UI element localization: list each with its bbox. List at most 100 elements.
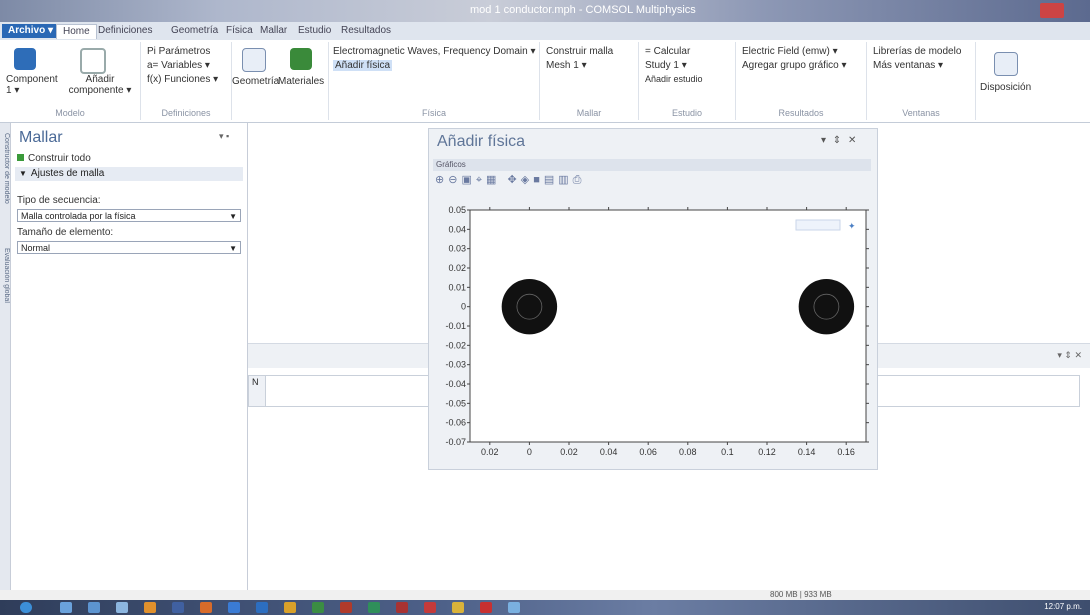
- ribbon-group-mesh: Construir malla Mesh 1 ▾ Mallar: [540, 42, 639, 120]
- taskbar-app-icon[interactable]: [200, 602, 212, 613]
- taskbar-app-icon[interactable]: [116, 602, 128, 613]
- graphics-plot[interactable]: 0.05 0.04 0.03 0.02 0.01 0 -0.01 -0.02 -0.03 -0.0…: [429, 129, 877, 469]
- x-tick-label: 0.02: [560, 447, 578, 457]
- x-tick-label: 0.04: [600, 447, 618, 457]
- conductor-point: [798, 278, 855, 335]
- chevron-down-icon: ▼: [229, 244, 237, 253]
- element-size-label: Tamaño de elemento:: [17, 227, 114, 238]
- panel-controls[interactable]: ▾ ▪: [219, 131, 229, 142]
- section-label: Ajustes de malla: [30, 168, 105, 179]
- lower-panel-controls[interactable]: ▾ ⇕ ✕: [1057, 350, 1082, 361]
- functions-button[interactable]: f(x) Funciones ▾: [147, 74, 218, 85]
- start-icon[interactable]: [20, 602, 32, 613]
- y-tick-label: 0.05: [448, 205, 466, 215]
- tab-home[interactable]: Home: [56, 24, 97, 39]
- geometry-button[interactable]: Geometría: [232, 76, 279, 87]
- ribbon: Component 1 ▾ Añadir componente ▾ Modelo…: [0, 40, 1090, 123]
- tab-mesh[interactable]: Mallar: [254, 24, 293, 38]
- component-button[interactable]: Component 1 ▾: [6, 74, 58, 96]
- group-label-study: Estudio: [671, 108, 703, 118]
- side-tab-strip: Constructor de modelo Evaluación global: [0, 123, 11, 590]
- x-tick-label: 0.06: [639, 447, 657, 457]
- side-tab-global-eval[interactable]: Evaluación global: [0, 248, 10, 338]
- y-tick-label: -0.05: [445, 398, 466, 408]
- ribbon-group-model: Component 1 ▾ Añadir componente ▾ Modelo: [0, 42, 141, 120]
- ribbon-group-layout: Disposición: [976, 42, 1036, 120]
- layout-button[interactable]: Disposición: [980, 82, 1031, 93]
- taskbar-app-icon[interactable]: [424, 602, 436, 613]
- ribbon-group-windows: Librerías de modelo Más ventanas ▾ Venta…: [867, 42, 976, 120]
- x-tick-label: 0.1: [721, 447, 734, 457]
- build-mesh-button[interactable]: Construir malla: [546, 46, 613, 57]
- electric-field-plot-button[interactable]: Electric Field (emw) ▾: [742, 46, 838, 57]
- build-icon: [17, 154, 24, 161]
- y-tick-label: 0.04: [448, 224, 466, 234]
- component-icon: [14, 48, 36, 70]
- ribbon-tabs: Archivo ▾ Home Definiciones Geometría Fí…: [0, 22, 1090, 41]
- sequence-type-select[interactable]: Malla controlada por la física ▼: [17, 209, 241, 222]
- taskbar-app-icon[interactable]: [88, 602, 100, 613]
- taskbar-app-icon[interactable]: [480, 602, 492, 613]
- parameters-button[interactable]: Pi Parámetros: [147, 46, 210, 57]
- taskbar-app-icon[interactable]: [452, 602, 464, 613]
- tab-geometry[interactable]: Geometría: [165, 24, 224, 38]
- side-tab-model-builder[interactable]: Constructor de modelo: [0, 133, 10, 243]
- materials-button[interactable]: Materiales: [278, 76, 324, 87]
- taskbar: 12:07 p.m.: [0, 600, 1090, 615]
- y-tick-label: -0.03: [445, 360, 466, 370]
- memory-usage: 800 MB | 933 MB: [770, 590, 832, 599]
- taskbar-app-icon[interactable]: [256, 602, 268, 613]
- settings-panel: Mallar ▾ ▪ Construir todo ▼ Ajustes de ma…: [11, 123, 248, 590]
- add-study-button[interactable]: Añadir estudio: [645, 74, 703, 84]
- x-tick-label: 0.14: [798, 447, 816, 457]
- study-button[interactable]: Study 1 ▾: [645, 60, 687, 71]
- taskbar-app-icon[interactable]: [144, 602, 156, 613]
- tab-definitions[interactable]: Definiciones: [92, 24, 158, 38]
- mesh-button[interactable]: Mesh 1 ▾: [546, 60, 587, 71]
- x-tick-label: 0.02: [481, 447, 499, 457]
- window-title: mod 1 conductor.mph - COMSOL Multiphysic…: [470, 4, 696, 16]
- element-size-select[interactable]: Normal ▼: [17, 241, 241, 254]
- more-windows-button[interactable]: Más ventanas ▾: [873, 60, 943, 71]
- taskbar-app-icon[interactable]: [228, 602, 240, 613]
- taskbar-app-icon[interactable]: [508, 602, 520, 613]
- ribbon-group-study: = Calcular Study 1 ▾ Añadir estudio Estu…: [639, 42, 736, 120]
- y-tick-label: -0.04: [445, 379, 466, 389]
- taskbar-app-icon[interactable]: [368, 602, 380, 613]
- materials-icon: [290, 48, 312, 70]
- taskbar-app-icon[interactable]: [172, 602, 184, 613]
- taskbar-app-icon[interactable]: [312, 602, 324, 613]
- x-tick-label: 0.16: [837, 447, 855, 457]
- chevron-down-icon: ▼: [229, 212, 237, 221]
- add-physics-button[interactable]: Añadir física: [333, 60, 393, 71]
- y-tick-label: -0.01: [445, 321, 466, 331]
- taskbar-app-icon[interactable]: [340, 602, 352, 613]
- y-tick-label: 0.01: [448, 282, 466, 292]
- geometry-icon: [242, 48, 266, 72]
- group-label-physics: Física: [421, 108, 446, 118]
- physics-interface-button[interactable]: Electromagnetic Waves, Frequency Domain …: [333, 46, 536, 57]
- compute-button[interactable]: = Calcular: [645, 46, 690, 57]
- add-plot-group-button[interactable]: Agregar grupo gráfico ▾: [742, 60, 847, 71]
- taskbar-app-icon[interactable]: [284, 602, 296, 613]
- axis-orientation-box: [795, 219, 841, 231]
- tab-file[interactable]: Archivo ▾: [2, 24, 60, 38]
- taskbar-app-icon[interactable]: [60, 602, 72, 613]
- close-window-button[interactable]: [1040, 3, 1064, 18]
- taskbar-app-icon[interactable]: [396, 602, 408, 613]
- tab-physics[interactable]: Física: [220, 24, 259, 38]
- y-tick-label: -0.07: [445, 437, 466, 447]
- variables-button[interactable]: a= Variables ▾: [147, 60, 210, 71]
- build-all-button[interactable]: Construir todo: [17, 153, 91, 164]
- section-header[interactable]: ▼ Ajustes de malla: [15, 167, 243, 181]
- tab-results[interactable]: Resultados: [335, 24, 397, 38]
- panel-title: Mallar: [19, 129, 63, 146]
- ribbon-group-results: Electric Field (emw) ▾ Agregar grupo grá…: [736, 42, 867, 120]
- table-header-cell: N: [249, 376, 266, 406]
- tab-study[interactable]: Estudio: [292, 24, 337, 38]
- model-libraries-button[interactable]: Librerías de modelo: [873, 46, 961, 57]
- x-tick-label: 0: [527, 447, 532, 457]
- add-component-button[interactable]: Añadir componente ▾: [64, 74, 136, 96]
- ribbon-group-physics: Electromagnetic Waves, Frequency Domain …: [329, 42, 540, 120]
- group-label-mesh: Mallar: [576, 108, 602, 118]
